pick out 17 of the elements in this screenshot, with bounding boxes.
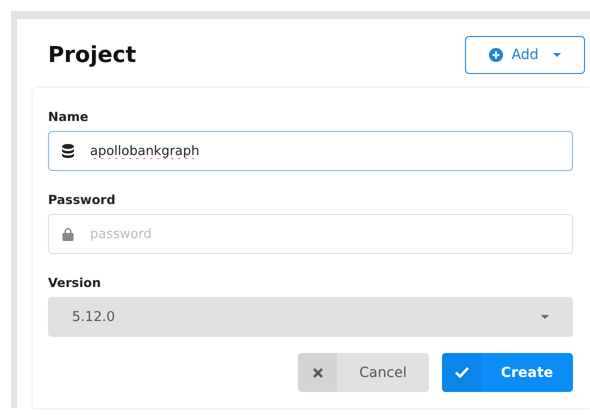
close-icon	[312, 368, 322, 378]
lock-icon	[62, 227, 74, 241]
caret-icon	[552, 53, 561, 57]
name-field[interactable]: apollobankgraph	[48, 131, 573, 171]
page-title: Project	[48, 42, 136, 68]
field-label: Password	[48, 192, 116, 207]
create-button[interactable]: Create	[442, 353, 573, 392]
add-button[interactable]: Add	[465, 36, 585, 74]
password-field[interactable]: password	[48, 214, 573, 254]
database-icon	[62, 144, 74, 158]
plus-circle-icon	[489, 48, 504, 62]
caret-icon	[541, 315, 549, 319]
field-label: Name	[48, 109, 88, 124]
field-label: Version	[48, 275, 101, 290]
check-icon	[454, 367, 468, 378]
version-dropdown[interactable]: 5.12.0	[48, 297, 573, 337]
cancel-button[interactable]: Cancel	[298, 353, 429, 392]
